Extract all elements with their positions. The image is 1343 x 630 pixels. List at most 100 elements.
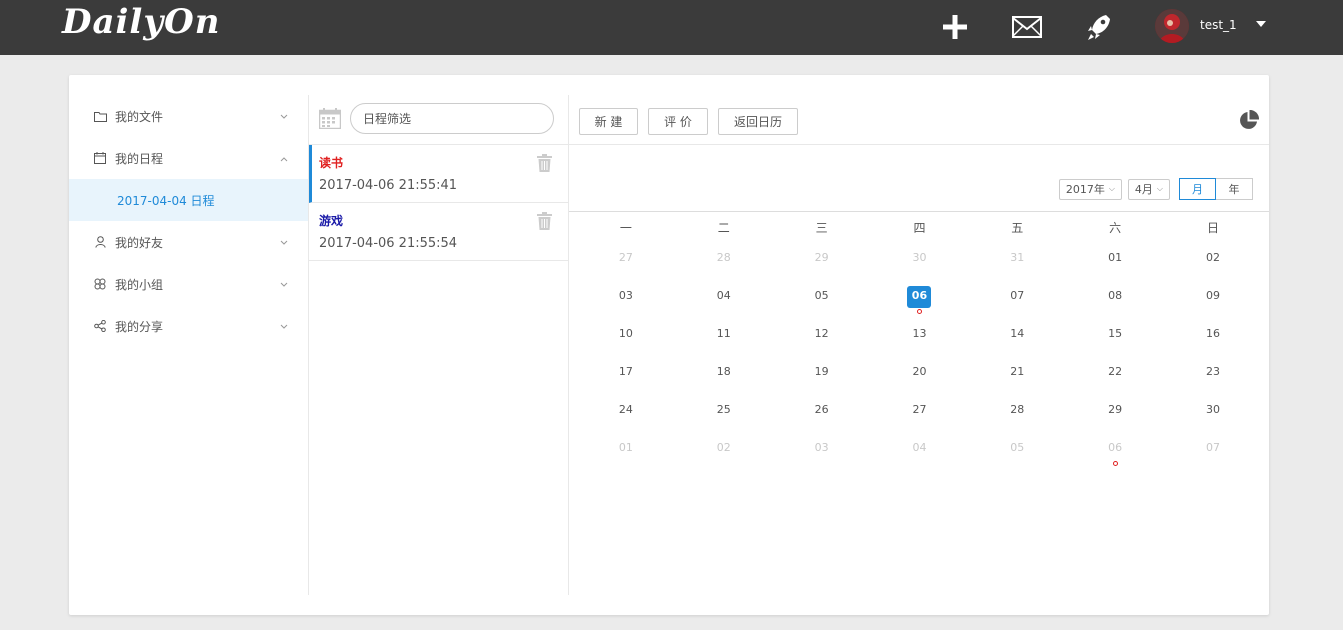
new-button[interactable]: 新 建 [579,108,638,135]
back-to-calendar-button[interactable]: 返回日历 [718,108,798,135]
calendar-panel: 新 建 评 价 返回日历 2017年 ⌵ 4月 ⌵ 月 年 一 二 三 四 五 … [569,95,1269,595]
calendar-day-number: 28 [716,251,731,264]
review-button[interactable]: 评 价 [648,108,708,135]
chevron-down-icon [280,109,288,123]
calendar-day[interactable]: 07 [968,278,1066,316]
sidebar-item-friends[interactable]: 我的好友 [69,221,308,263]
month-select-value: 4月 [1134,183,1153,196]
calendar-day-number: 27 [912,403,927,416]
month-select[interactable]: 4月 ⌵ [1127,178,1170,200]
calendar-day-number: 07 [1010,289,1025,302]
schedule-item[interactable]: 游戏 2017-04-06 21:55:54 [309,203,568,261]
calendar-icon [93,151,107,165]
calendar-day[interactable]: 30 [871,240,969,278]
calendar-day[interactable]: 03 [577,278,675,316]
plus-icon[interactable] [938,10,972,44]
schedule-list: 读书 2017-04-06 21:55:41 游戏 2017-04-06 21:… [309,95,568,261]
calendar-day[interactable]: 27 [577,240,675,278]
calendar-day[interactable]: 06 [1066,430,1164,468]
weekday-label: 三 [815,221,828,235]
calendar-day[interactable]: 01 [1066,240,1164,278]
sidebar-item-groups[interactable]: 我的小组 [69,263,308,305]
year-select[interactable]: 2017年 ⌵ [1058,178,1122,200]
calendar-day[interactable]: 29 [773,240,871,278]
sidebar-item-files[interactable]: 我的文件 [69,95,308,137]
month-view-button[interactable]: 月 [1179,178,1216,200]
calendar-day[interactable]: 01 [577,430,675,468]
calendar-day[interactable]: 29 [1066,392,1164,430]
calendar-day-number: 01 [618,441,633,454]
calendar-day[interactable]: 28 [968,392,1066,430]
trash-icon[interactable] [537,154,552,176]
calendar-day-number: 06 [1108,441,1123,454]
calendar-day[interactable]: 25 [675,392,773,430]
schedule-filter-input[interactable] [350,103,554,134]
pie-chart-icon[interactable] [1238,109,1260,135]
calendar-day[interactable]: 02 [675,430,773,468]
sidebar-item-share[interactable]: 我的分享 [69,305,308,347]
calendar-day[interactable]: 28 [675,240,773,278]
calendar-day[interactable]: 14 [968,316,1066,354]
mail-icon[interactable] [1011,10,1043,44]
calendar-day[interactable]: 10 [577,316,675,354]
calendar-day[interactable]: 08 [1066,278,1164,316]
calendar-day[interactable]: 31 [968,240,1066,278]
calendar-day-number: 20 [912,365,927,378]
app-logo[interactable]: DailyOn [62,2,220,42]
calendar-day-number: 12 [814,327,829,340]
calendar-day[interactable]: 17 [577,354,675,392]
calendar-day[interactable]: 23 [1164,354,1262,392]
calendar-day[interactable]: 18 [675,354,773,392]
calendar-day[interactable]: 15 [1066,316,1164,354]
view-toggle: 月 年 [1179,178,1253,200]
calendar-day[interactable]: 02 [1164,240,1262,278]
calendar-day[interactable]: 05 [968,430,1066,468]
calendar-toolbar: 新 建 评 价 返回日历 [569,95,1269,145]
calendar-week-row: 24 25 26 27 28 29 30 [577,392,1262,430]
calendar-day[interactable]: 19 [773,354,871,392]
calendar-day-number: 01 [1108,251,1123,264]
calendar-week-row: 03 04 05 06 07 08 09 [577,278,1262,316]
group-icon [93,277,107,291]
trash-icon[interactable] [537,212,552,234]
calendar-day[interactable]: 21 [968,354,1066,392]
sidebar-item-schedule[interactable]: 我的日程 [69,137,308,179]
calendar-week-row: 10 11 12 13 14 15 16 [577,316,1262,354]
calendar-day-today[interactable]: 06 [871,278,969,316]
calendar-day-number: 08 [1108,289,1123,302]
schedule-list-header [309,95,568,145]
event-dot-icon [1113,461,1119,466]
calendar-day[interactable]: 07 [1164,430,1262,468]
calendar-day[interactable]: 09 [1164,278,1262,316]
sidebar-item-label: 我的分享 [115,319,164,334]
schedule-item[interactable]: 读书 2017-04-06 21:55:41 [309,145,568,203]
calendar-day[interactable]: 20 [871,354,969,392]
chevron-down-icon: ⌵ [1108,184,1115,193]
calendar-day-number: 30 [1205,403,1220,416]
sidebar-item-label: 我的好友 [115,235,164,250]
calendar-day[interactable]: 04 [675,278,773,316]
sidebar-subitem-schedule-date[interactable]: 2017-04-04 日程 [69,179,308,221]
calendar-day[interactable]: 04 [871,430,969,468]
calendar-day-number: 27 [618,251,633,264]
weekday-header: 一 二 三 四 五 六 日 [577,219,1262,236]
avatar[interactable] [1155,9,1189,43]
calendar-day[interactable]: 03 [773,430,871,468]
calendar-day[interactable]: 27 [871,392,969,430]
calendar-day[interactable]: 24 [577,392,675,430]
username[interactable]: test_1 [1200,18,1237,32]
rocket-icon[interactable] [1083,10,1115,44]
caret-down-icon[interactable] [1256,21,1266,27]
year-view-button[interactable]: 年 [1216,178,1253,200]
share-icon [93,319,107,333]
calendar-day[interactable]: 30 [1164,392,1262,430]
calendar-day-number: 28 [1010,403,1025,416]
main-panel: 我的文件 我的日程 2017-04-04 日程 我的好友 我的小组 我的分享 日… [69,75,1269,615]
calendar-day[interactable]: 16 [1164,316,1262,354]
calendar-day[interactable]: 26 [773,392,871,430]
calendar-day[interactable]: 22 [1066,354,1164,392]
calendar-day[interactable]: 11 [675,316,773,354]
calendar-day[interactable]: 13 [871,316,969,354]
calendar-day[interactable]: 05 [773,278,871,316]
calendar-day[interactable]: 12 [773,316,871,354]
